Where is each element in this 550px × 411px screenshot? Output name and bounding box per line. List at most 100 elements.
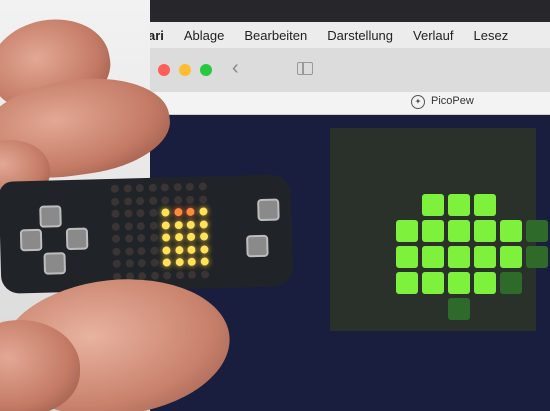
- device-led: [123, 209, 133, 218]
- device-button-right: [65, 227, 89, 251]
- emulator-pixel: [448, 272, 470, 294]
- menu-item-bearbeiten[interactable]: Bearbeiten: [244, 28, 307, 43]
- device-led: [137, 234, 146, 243]
- emulator-pixel: [448, 246, 470, 268]
- device-led: [200, 257, 209, 266]
- device-led: [161, 233, 171, 242]
- tab-bar: ✦ PicoPew: [148, 92, 550, 115]
- device-led: [162, 270, 172, 280]
- device-led: [174, 233, 183, 242]
- device-led: [160, 183, 169, 192]
- device-led: [198, 194, 207, 204]
- menu-item-verlauf[interactable]: Verlauf: [413, 28, 453, 43]
- emulator-pixel: [448, 298, 470, 320]
- emulator-pixel: [396, 220, 418, 242]
- device-led: [175, 258, 184, 267]
- emulator-pixel: [474, 246, 496, 268]
- device-button-up: [39, 205, 62, 228]
- device-led: [124, 234, 133, 243]
- emulator-pixel: [474, 220, 496, 242]
- emulator-pixel: [396, 272, 418, 294]
- device-led: [186, 232, 196, 241]
- macos-menubar:  Safari Ablage Bearbeiten Darstellung V…: [84, 22, 550, 48]
- device-led: [123, 184, 132, 193]
- device-led: [149, 221, 158, 230]
- device-led: [174, 220, 183, 229]
- device-led: [148, 208, 158, 217]
- device-led: [136, 196, 145, 205]
- emulator-pixel: [500, 246, 522, 268]
- device-button-left: [19, 228, 43, 252]
- device-led: [111, 209, 120, 218]
- chevron-left-icon[interactable]: ‹: [232, 57, 239, 80]
- device-led: [198, 207, 208, 216]
- device-led: [124, 221, 133, 231]
- device-led: [173, 195, 182, 204]
- device-led: [148, 183, 157, 192]
- device-led: [173, 208, 183, 217]
- sidebar-icon[interactable]: [297, 62, 313, 75]
- device-led: [187, 270, 197, 279]
- emulator-pixel: [526, 220, 548, 242]
- device-led: [175, 270, 184, 279]
- device-led: [199, 244, 209, 254]
- device-led: [148, 196, 157, 205]
- device-led: [185, 182, 194, 191]
- photo:  Safari Ablage Bearbeiten Darstellung V…: [0, 0, 550, 411]
- device-led: [125, 259, 134, 268]
- device-led: [162, 258, 171, 267]
- device-led: [161, 220, 170, 230]
- device-led: [111, 222, 120, 231]
- menu-item-darstellung[interactable]: Darstellung: [327, 28, 393, 43]
- device-led: [124, 246, 134, 256]
- device-led: [173, 183, 182, 192]
- device-led: [136, 209, 145, 218]
- safari-toolbar: ‹: [84, 48, 550, 93]
- emulator-pixel: [422, 272, 444, 294]
- device-led: [198, 182, 207, 191]
- emulator-pixel: [526, 246, 548, 268]
- menu-item-lesezeichen[interactable]: Lesez: [474, 28, 509, 43]
- device-led: [187, 245, 196, 254]
- emulator-pixel: [500, 220, 522, 242]
- device-led: [150, 258, 159, 267]
- emulator-pixel: [448, 220, 470, 242]
- device-led: [137, 259, 146, 268]
- device-led: [137, 246, 146, 255]
- device-led: [149, 246, 159, 255]
- device-led: [186, 220, 195, 229]
- emulator-pixel: [500, 272, 522, 294]
- device-led: [112, 259, 121, 268]
- compass-icon: ✦: [411, 95, 425, 109]
- tab-picopew[interactable]: PicoPew: [431, 95, 474, 107]
- device-led: [186, 207, 195, 216]
- device-led: [111, 197, 120, 206]
- device-led: [162, 245, 171, 255]
- device-led: [112, 247, 121, 256]
- device-led: [174, 245, 184, 254]
- minimize-window-button[interactable]: [179, 64, 191, 76]
- device-led: [136, 221, 145, 230]
- device-led: [110, 184, 119, 193]
- device-led: [161, 195, 170, 205]
- emulator-pixel: [474, 194, 496, 216]
- device-led: [200, 269, 209, 279]
- menu-item-ablage[interactable]: Ablage: [184, 28, 224, 43]
- device-led: [187, 257, 196, 266]
- device-led: [123, 196, 132, 206]
- close-window-button[interactable]: [158, 64, 170, 76]
- emulator-pixel: [474, 272, 496, 294]
- emulator-pixel: [422, 220, 444, 242]
- emulator-pixel: [396, 246, 418, 268]
- device-led: [112, 234, 121, 243]
- picopew-device: [0, 174, 294, 294]
- emulator-pixel: [448, 194, 470, 216]
- device-led: [186, 195, 195, 204]
- device-led: [199, 219, 208, 229]
- emulator-pixel: [422, 246, 444, 268]
- device-led: [135, 184, 144, 193]
- zoom-window-button[interactable]: [200, 64, 212, 76]
- device-button-down: [43, 252, 67, 275]
- device-led: [149, 233, 158, 242]
- device-led: [150, 271, 159, 280]
